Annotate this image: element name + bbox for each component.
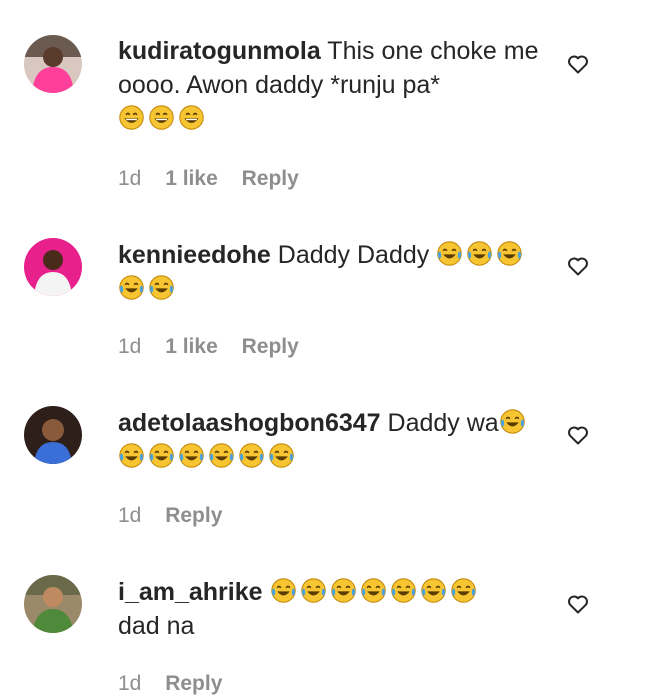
avatar[interactable] (24, 406, 82, 464)
like-heart-icon[interactable] (566, 423, 590, 447)
tears-of-joy-face-icon (300, 577, 327, 604)
tears-of-joy-face-icon (178, 442, 205, 469)
comment-meta: 1d 1 like Reply (118, 166, 317, 192)
grinning-face-icon (178, 104, 205, 131)
comment-username[interactable]: kudiratogunmola (118, 37, 321, 65)
tears-of-joy-face-icon (148, 274, 175, 301)
tears-of-joy-face-icon (450, 577, 477, 604)
comment-time: 1d (118, 335, 142, 358)
reply-button[interactable]: Reply (165, 503, 222, 529)
tears-of-joy-face-icon (390, 577, 417, 604)
comment-text: kudiratogunmola This one choke me oooo. … (118, 34, 548, 136)
user-avatar-icon (24, 575, 82, 633)
tears-of-joy-face-icon (208, 442, 235, 469)
comment-likes[interactable]: 1 like (165, 166, 218, 192)
tears-of-joy-face-icon (118, 274, 145, 301)
like-heart-icon[interactable] (566, 254, 590, 278)
grinning-face-icon (148, 104, 175, 131)
tears-of-joy-face-icon (496, 240, 523, 267)
tears-of-joy-face-icon (268, 442, 295, 469)
user-avatar-icon (24, 406, 82, 464)
comment-time: 1d (118, 167, 142, 190)
grinning-face-icon (118, 104, 145, 131)
like-heart-icon[interactable] (566, 592, 590, 616)
tears-of-joy-face-icon (148, 442, 175, 469)
tears-of-joy-face-icon (330, 577, 357, 604)
comment-meta: 1d Reply (118, 503, 240, 529)
comment-text: i_am_ahrike dad na (118, 575, 548, 643)
tears-of-joy-face-icon (270, 577, 297, 604)
comment-username[interactable]: adetolaashogbon6347 (118, 409, 381, 437)
tears-of-joy-face-icon (360, 577, 387, 604)
avatar[interactable] (24, 238, 82, 296)
comment-body: Daddy wa (387, 409, 499, 437)
reply-button[interactable]: Reply (242, 166, 299, 192)
tears-of-joy-face-icon (436, 240, 463, 267)
comment-meta: 1d Reply (118, 671, 240, 697)
comment-text: kennieedohe Daddy Daddy (118, 238, 548, 306)
comment-time: 1d (118, 504, 142, 527)
user-avatar-icon (24, 35, 82, 93)
tears-of-joy-face-icon (118, 442, 145, 469)
avatar[interactable] (24, 35, 82, 93)
reply-button[interactable]: Reply (165, 671, 222, 697)
comment-time: 1d (118, 672, 142, 695)
comment-text: adetolaashogbon6347 Daddy wa (118, 406, 548, 474)
comment-meta: 1d 1 like Reply (118, 334, 317, 360)
user-avatar-icon (24, 238, 82, 296)
avatar[interactable] (24, 575, 82, 633)
tears-of-joy-face-icon (466, 240, 493, 267)
reply-button[interactable]: Reply (242, 334, 299, 360)
comment-username[interactable]: kennieedohe (118, 241, 271, 269)
tears-of-joy-face-icon (420, 577, 447, 604)
comment-body: dad na (118, 612, 195, 640)
tears-of-joy-face-icon (499, 408, 526, 435)
comment-username[interactable]: i_am_ahrike (118, 578, 263, 606)
comment-body: Daddy Daddy (277, 241, 430, 269)
comment-likes[interactable]: 1 like (165, 334, 218, 360)
tears-of-joy-face-icon (238, 442, 265, 469)
like-heart-icon[interactable] (566, 52, 590, 76)
